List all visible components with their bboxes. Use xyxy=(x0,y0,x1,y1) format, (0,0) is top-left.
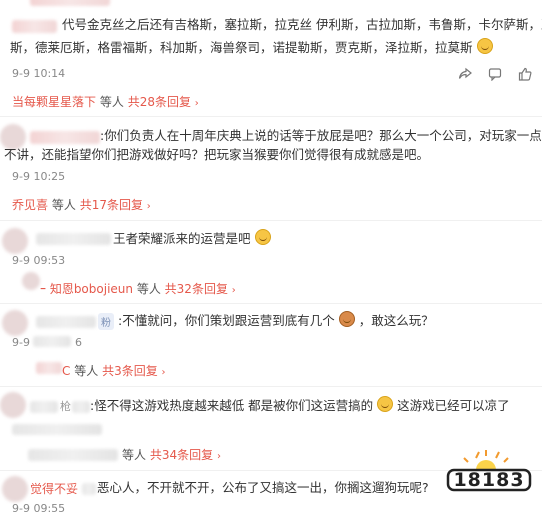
reply-username[interactable]: 当每颗星星落下 xyxy=(12,95,96,109)
comment-time: 9-9 09:55 xyxy=(12,502,66,515)
comment-time: 9-9 09:53 xyxy=(12,254,66,267)
site-logo: 18183 xyxy=(446,450,532,492)
blurred-username xyxy=(12,20,57,33)
blurred-username xyxy=(30,0,110,6)
smile-emoji-icon xyxy=(476,38,493,54)
reply-summary[interactable]: C 等人 共3条回复 › xyxy=(62,362,166,379)
reply-username[interactable]: C xyxy=(62,364,70,378)
logo-text: 18183 xyxy=(453,469,525,491)
divider xyxy=(0,220,542,221)
comment-text: 恶心人，不开就不开，公布了又搞这一出，你搁这遛狗玩呢? xyxy=(97,480,429,495)
chevron-right-icon: › xyxy=(194,98,199,109)
fan-badge: 粉 xyxy=(98,313,114,330)
comment-prefix: 枪 xyxy=(60,400,71,413)
avatar xyxy=(2,310,28,336)
chevron-right-icon: › xyxy=(216,451,221,462)
share-icon[interactable] xyxy=(458,66,472,80)
reply-summary[interactable]: 等人 共34条回复 › xyxy=(122,446,221,463)
reply-count[interactable]: 共3条回复 xyxy=(102,364,158,378)
comment-text: :不懂就问，你们策划跟运营到底有几个 ，敢这么玩？ xyxy=(118,311,434,328)
blurred-username xyxy=(30,401,58,413)
comment-username: 觉得不妥 xyxy=(30,482,79,496)
reply-username[interactable]: ｰ 知恩bobojieun xyxy=(40,282,133,296)
comment-icon[interactable] xyxy=(488,66,502,82)
comment-text: 不讲，还能指望你们把游戏做好吗？把玩家当猴要你们觉得很有成就感是吧。 xyxy=(4,147,430,162)
sweat-emoji-icon xyxy=(377,396,394,412)
blurred-username xyxy=(30,131,100,144)
chevron-right-icon: › xyxy=(146,201,151,212)
reply-username[interactable]: 乔见喜 xyxy=(12,198,48,212)
divider xyxy=(0,386,542,387)
comment-time: 9-9 10:14 xyxy=(12,67,66,80)
avatar xyxy=(0,392,26,418)
comment-text: :你们负责人在十周年庆典上说的话等于放屁是吧？那么大一个公司，对玩家一点诚信 xyxy=(100,128,542,143)
divider xyxy=(0,303,542,304)
reply-summary[interactable]: 乔见喜 等人 共17条回复 › xyxy=(12,196,151,213)
blurred-username xyxy=(36,316,96,328)
avatar xyxy=(2,228,28,254)
blurred-username xyxy=(36,362,62,374)
reply-count[interactable]: 共28条回复 xyxy=(128,95,191,109)
comment-text: 代号金克丝之后还有吉格斯，塞拉斯，拉克丝 伊利斯，古拉加斯，韦鲁斯，卡尔萨斯，亚 xyxy=(62,17,542,32)
blurred-time xyxy=(12,424,102,435)
reply-count[interactable]: 共32条回复 xyxy=(165,282,228,296)
avatar xyxy=(2,476,28,502)
comment-text: :怪不得这游戏热度越来越低 都是被你们这运营搞的 这游戏已经可以凉了 xyxy=(90,396,510,413)
blurred-username xyxy=(28,449,118,461)
comment-time: 9-9 6 xyxy=(12,336,82,349)
reply-count[interactable]: 共34条回复 xyxy=(150,448,213,462)
avatar xyxy=(22,272,40,290)
person-emoji-icon xyxy=(338,311,355,327)
blurred-username xyxy=(36,233,111,245)
reply-count[interactable]: 共17条回复 xyxy=(80,198,143,212)
blurred-username xyxy=(82,483,96,495)
reply-summary[interactable]: 当每颗星星落下 等人 共28条回复 › xyxy=(12,93,199,110)
comment-text: 斯，德莱厄斯，格雷福斯，科加斯，海兽祭司，诺提勒斯，贾克斯，泽拉斯，拉莫斯 xyxy=(10,38,493,56)
chevron-right-icon: › xyxy=(231,285,236,296)
grin-emoji-icon xyxy=(254,229,271,245)
blurred-username xyxy=(72,401,90,413)
reply-summary[interactable]: ｰ 知恩bobojieun 等人 共32条回复 › xyxy=(40,280,236,297)
divider xyxy=(0,116,542,117)
chevron-right-icon: › xyxy=(161,367,166,378)
comment-text: 王者荣耀派来的运营是吧 xyxy=(113,229,271,247)
like-icon[interactable] xyxy=(518,66,532,81)
comment-time: 9-9 10:25 xyxy=(12,170,66,183)
